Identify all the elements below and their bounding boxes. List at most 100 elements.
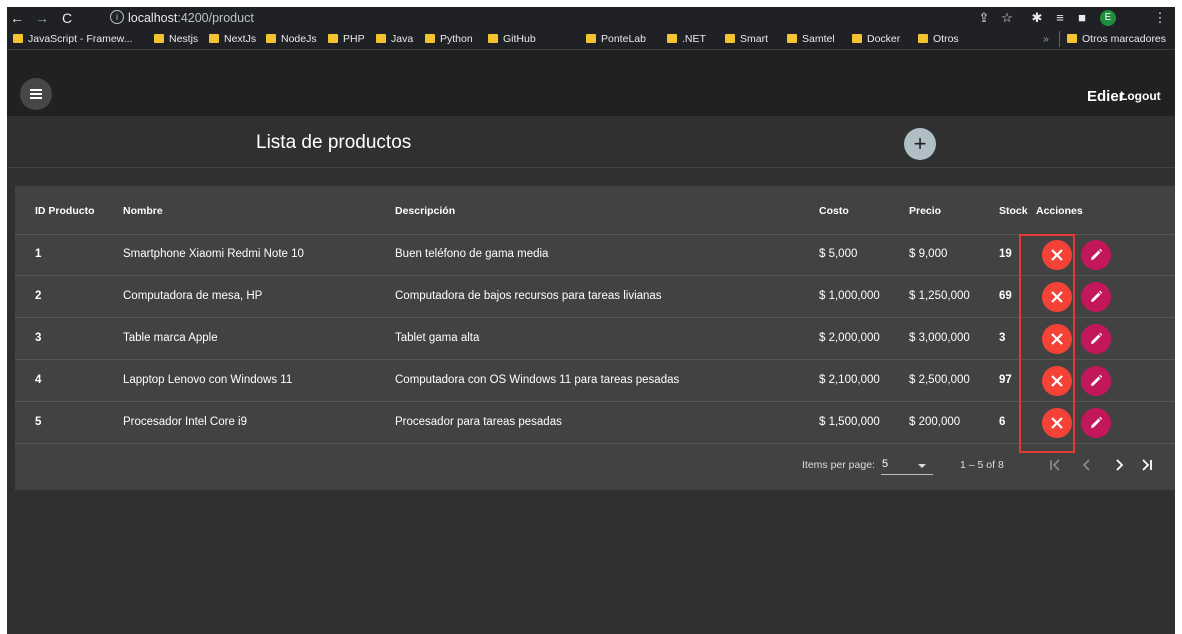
cell-id: 3 [35, 332, 42, 344]
header-price: Precio [909, 205, 942, 217]
folder-icon [725, 34, 735, 43]
bookmark-label: Samtel [802, 33, 835, 45]
bookmark-folder[interactable]: JavaScript - Framew... [13, 32, 132, 46]
bookmark-folder[interactable]: PHP [328, 32, 365, 46]
pencil-icon [1091, 374, 1103, 386]
folder-icon [918, 34, 928, 43]
bookmark-label: .NET [682, 33, 706, 45]
address-url: localhost:4200/product [128, 11, 254, 25]
table-row: 2 Computadora de mesa, HP Computadora de… [15, 276, 1175, 318]
bookmark-folder[interactable]: Smart [725, 32, 768, 46]
site-info-icon[interactable]: i [110, 10, 124, 24]
forward-icon[interactable]: → [34, 7, 50, 29]
bookmark-label: NodeJs [281, 33, 317, 45]
kebab-menu-icon[interactable]: ⋮ [1151, 7, 1169, 29]
page-range: 1 – 5 of 8 [960, 459, 1004, 471]
header-stock: Stock [999, 205, 1028, 217]
bookmark-folder[interactable]: GitHub [488, 32, 536, 46]
profile-avatar[interactable]: E [1100, 10, 1116, 26]
page-header: Lista de productos + [7, 116, 1175, 168]
bookmark-folder[interactable]: PonteLab [586, 32, 646, 46]
cell-description: Computadora con OS Windows 11 para tarea… [395, 374, 680, 386]
table-row: 5 Procesador Intel Core i9 Procesador pa… [15, 402, 1175, 444]
folder-icon [667, 34, 677, 43]
folder-icon [266, 34, 276, 43]
cell-price: $ 3,000,000 [909, 332, 970, 344]
bookmark-folder[interactable]: Java [376, 32, 413, 46]
dropdown-arrow-icon [918, 464, 926, 468]
bookmark-folder[interactable]: Samtel [787, 32, 835, 46]
delete-button[interactable] [1042, 408, 1072, 438]
pencil-icon [1091, 416, 1103, 428]
bookmark-folder[interactable]: Python [425, 32, 473, 46]
header-actions: Acciones [1036, 205, 1083, 217]
back-icon[interactable]: ← [9, 7, 25, 29]
bookmark-label: JavaScript - Framew... [28, 33, 133, 45]
bookmark-label: Otros [933, 33, 959, 45]
other-bookmarks[interactable]: Otros marcadores [1067, 32, 1166, 46]
delete-button[interactable] [1042, 324, 1072, 354]
cell-description: Procesador para tareas pesadas [395, 416, 562, 428]
url-path: :4200/product [177, 11, 254, 25]
close-icon [1051, 375, 1063, 387]
delete-button[interactable] [1042, 366, 1072, 396]
edit-button[interactable] [1081, 366, 1111, 396]
bookmark-folder[interactable]: NodeJs [266, 32, 317, 46]
delete-button[interactable] [1042, 282, 1072, 312]
bookmark-star-icon[interactable]: ☆ [998, 7, 1016, 29]
folder-icon [376, 34, 386, 43]
cell-stock: 19 [999, 248, 1012, 260]
bookmark-folder[interactable]: NextJs [209, 32, 256, 46]
folder-icon [154, 34, 164, 43]
reload-icon[interactable]: C [59, 7, 75, 29]
bookmarks-divider [1059, 31, 1060, 47]
side-panel-icon[interactable]: ■ [1073, 7, 1091, 29]
bookmarks-overflow[interactable]: » [1043, 32, 1049, 46]
bookmark-folder[interactable]: .NET [667, 32, 706, 46]
bookmark-label: Docker [867, 33, 901, 45]
cell-name: Computadora de mesa, HP [123, 290, 263, 302]
cell-price: $ 1,250,000 [909, 290, 970, 302]
cell-price: $ 200,000 [909, 416, 961, 428]
bookmark-folder[interactable]: Docker [852, 32, 900, 46]
bookmark-label: GitHub [503, 33, 536, 45]
cell-description: Tablet gama alta [395, 332, 480, 344]
hamburger-menu-icon[interactable] [20, 78, 52, 110]
bookmark-label: Smart [740, 33, 769, 45]
bookmark-label: Nestjs [169, 33, 199, 45]
logout-button[interactable]: Logout [1120, 89, 1161, 103]
last-page-icon[interactable] [1136, 454, 1158, 476]
edit-button[interactable] [1081, 324, 1111, 354]
cell-name: Table marca Apple [123, 332, 218, 344]
edit-button[interactable] [1081, 282, 1111, 312]
share-icon[interactable]: ⇪ [975, 7, 993, 29]
bookmark-folder[interactable]: Nestjs [154, 32, 198, 46]
folder-icon [328, 34, 338, 43]
extensions-icon[interactable]: ✱ [1028, 7, 1046, 29]
delete-button[interactable] [1042, 240, 1072, 270]
header-id: ID Producto [35, 205, 95, 217]
cell-description: Buen teléfono de gama media [395, 248, 549, 260]
edit-button[interactable] [1081, 240, 1111, 270]
folder-icon [1067, 34, 1077, 43]
previous-page-icon[interactable] [1076, 454, 1098, 476]
cell-price: $ 2,500,000 [909, 374, 970, 386]
bookmark-label: PonteLab [601, 33, 646, 45]
app-toolbar: Edier Logout [7, 50, 1175, 116]
bookmark-folder[interactable]: Otros [918, 32, 959, 46]
reading-list-icon[interactable]: ≡ [1051, 7, 1069, 29]
items-per-page-select[interactable]: 5 [881, 456, 933, 475]
first-page-icon[interactable] [1044, 454, 1066, 476]
address-bar[interactable]: i localhost:4200/product [102, 8, 957, 28]
edit-button[interactable] [1081, 408, 1111, 438]
cell-cost: $ 2,100,000 [819, 374, 880, 386]
cell-id: 4 [35, 374, 42, 386]
folder-icon [425, 34, 435, 43]
folder-icon [787, 34, 797, 43]
next-page-icon[interactable] [1108, 454, 1130, 476]
table-row: 3 Table marca Apple Tablet gama alta $ 2… [15, 318, 1175, 360]
close-icon [1051, 333, 1063, 345]
items-per-page-label: Items per page: [802, 459, 875, 471]
cell-id: 1 [35, 248, 42, 260]
add-product-button[interactable]: + [904, 128, 936, 160]
